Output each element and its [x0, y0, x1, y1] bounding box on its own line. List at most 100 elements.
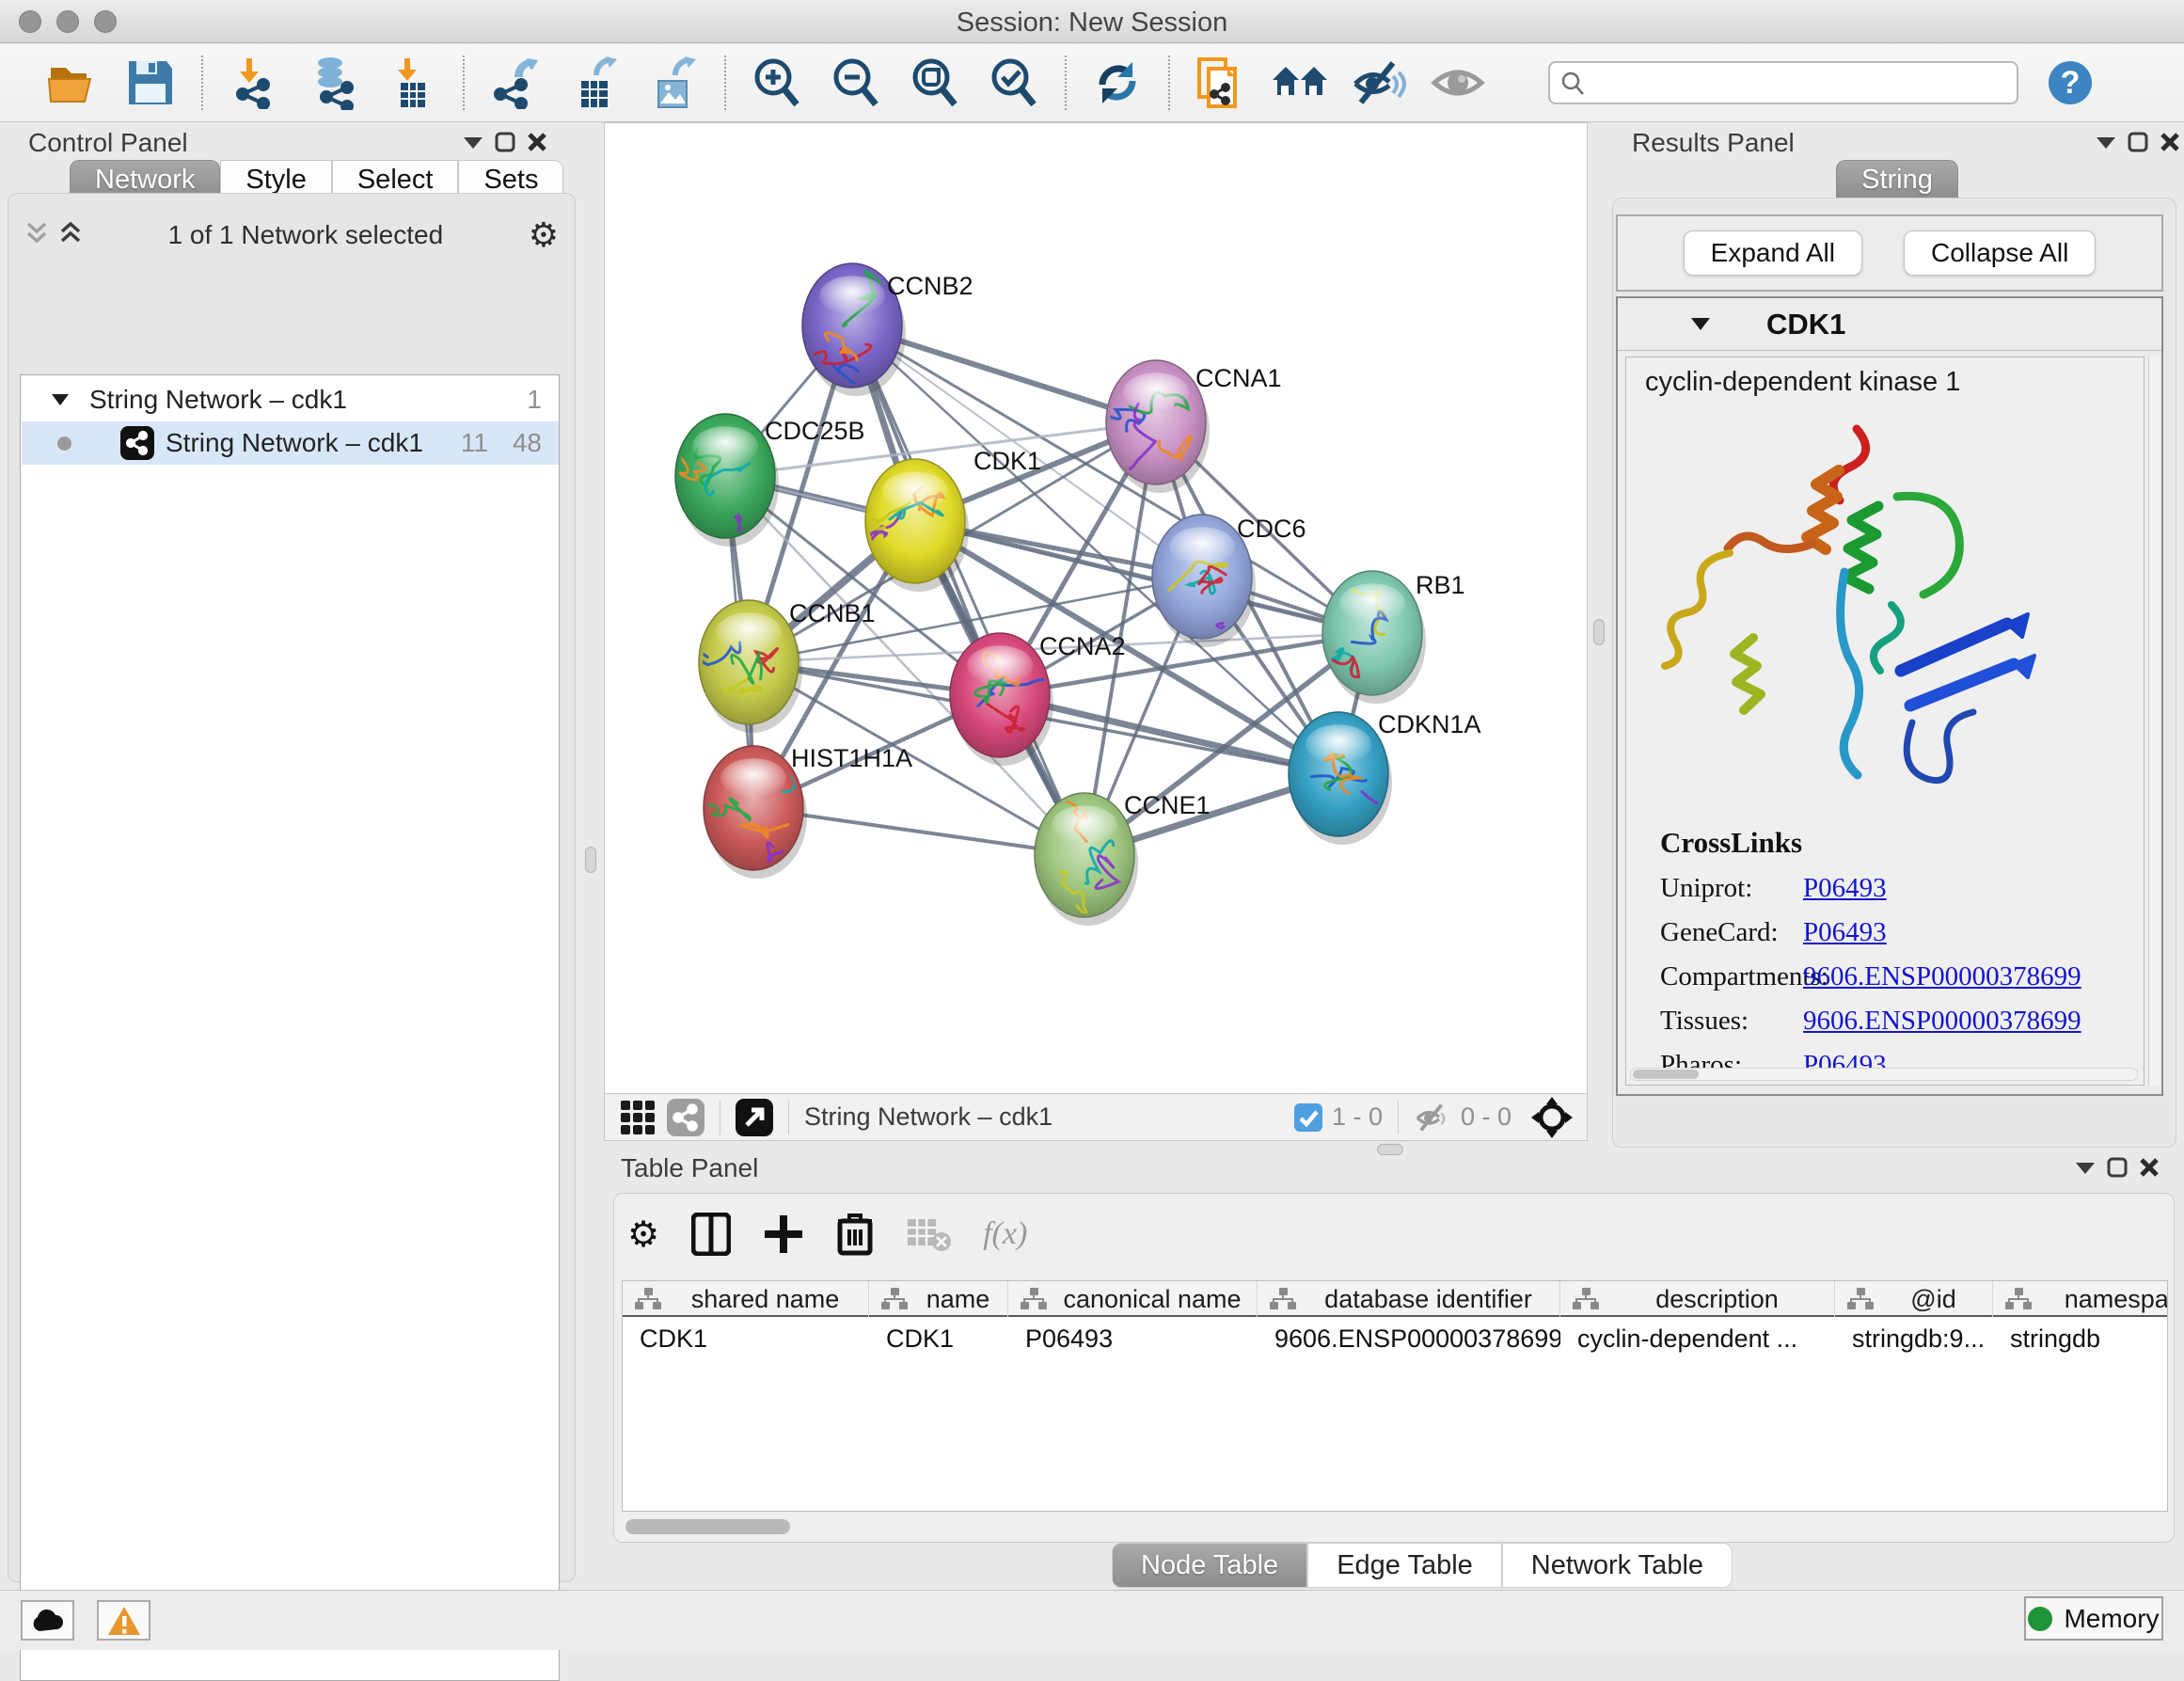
- column-header-shared-name[interactable]: shared name: [623, 1281, 869, 1317]
- tab-string[interactable]: String: [1836, 160, 1958, 198]
- column-header--id[interactable]: @id: [1835, 1281, 1993, 1317]
- crosslink-link[interactable]: P06493: [1803, 917, 1887, 948]
- expand-all-networks-icon[interactable]: [58, 220, 83, 251]
- gene-panel-vscrollbar[interactable]: [2148, 357, 2160, 1086]
- help-button[interactable]: ?: [2049, 61, 2092, 104]
- search-input[interactable]: [1586, 69, 1990, 98]
- panel-close-icon[interactable]: [2154, 128, 2184, 156]
- control-panel-title: Control Panel: [28, 128, 188, 158]
- panel-collapse-icon[interactable]: [2090, 128, 2122, 156]
- cloud-status-button[interactable]: [21, 1600, 74, 1641]
- column-header-canonical-name[interactable]: canonical name: [1008, 1281, 1258, 1317]
- gene-panel-hscrollbar[interactable]: [1630, 1068, 2138, 1081]
- show-columns-icon[interactable]: [691, 1213, 731, 1256]
- column-header-namespace[interactable]: namespace: [1993, 1281, 2168, 1317]
- table-settings-gear-icon[interactable]: ⚙: [627, 1213, 659, 1255]
- tab-network-table[interactable]: Network Table: [1502, 1543, 1733, 1588]
- network-graph: CCNB2CCNA1CDC25BCDK1CDC6RB1CCNB1CCNA2CDK…: [605, 123, 1587, 1093]
- column-header-description[interactable]: description: [1560, 1281, 1835, 1317]
- tab-edge-table[interactable]: Edge Table: [1307, 1543, 1502, 1588]
- table-cell[interactable]: CDK1: [869, 1319, 1008, 1358]
- import-network-file-button[interactable]: [224, 53, 284, 113]
- column-header-name[interactable]: name: [869, 1281, 1008, 1317]
- function-builder-icon[interactable]: f(x): [983, 1216, 1027, 1252]
- node-table: shared namenamecanonical namedatabase id…: [622, 1280, 2168, 1512]
- column-header-database-identifier[interactable]: database identifier: [1258, 1281, 1560, 1317]
- crosslink-link[interactable]: P06493: [1803, 873, 1887, 904]
- refresh-button[interactable]: [1087, 53, 1147, 113]
- separator: [1398, 1101, 1399, 1134]
- memory-status-dot-icon: [2028, 1607, 2052, 1631]
- add-column-icon[interactable]: [763, 1213, 804, 1255]
- panel-float-icon[interactable]: [2101, 1153, 2133, 1181]
- grid-view-icon[interactable]: [620, 1100, 656, 1135]
- network-options-gear-icon[interactable]: ⚙: [529, 216, 559, 255]
- gene-header-row[interactable]: CDK1: [1618, 298, 2161, 351]
- panel-close-icon[interactable]: [521, 128, 553, 156]
- crosslink-link[interactable]: 9606.ENSP00000378699: [1803, 1006, 2081, 1037]
- delete-table-icon[interactable]: [906, 1215, 951, 1253]
- expand-all-button[interactable]: Expand All: [1684, 230, 1862, 276]
- table-hscrollbar[interactable]: [622, 1517, 2168, 1536]
- zoom-out-button[interactable]: [826, 53, 886, 113]
- import-table-button[interactable]: [382, 53, 442, 113]
- panel-close-icon[interactable]: [2133, 1153, 2165, 1181]
- network-row[interactable]: String Network – cdk1 11 48: [22, 421, 559, 465]
- selected-checkbox-icon[interactable]: [1294, 1103, 1322, 1132]
- table-header-row: shared namenamecanonical namedatabase id…: [623, 1281, 2168, 1317]
- crosslink-label: GeneCard:: [1660, 917, 1803, 948]
- crosslink-row: Tissues:9606.ENSP00000378699: [1660, 1006, 2081, 1037]
- show-all-button[interactable]: [1428, 53, 1488, 113]
- right-splitter-handle[interactable]: [1593, 619, 1605, 645]
- tree-expand-icon[interactable]: [52, 393, 69, 406]
- import-network-database-button[interactable]: [303, 53, 363, 113]
- results-panel-header-buttons: [2090, 128, 2184, 156]
- panel-float-icon[interactable]: [2122, 128, 2154, 156]
- zoom-fit-button[interactable]: [905, 53, 965, 113]
- export-image-button[interactable]: [643, 53, 704, 113]
- left-splitter-handle[interactable]: [585, 847, 596, 873]
- save-session-button[interactable]: [120, 53, 181, 113]
- birdseye-navigator-icon[interactable]: [1530, 1096, 1574, 1139]
- gene-detail-panel: cyclin-dependent kinase 1: [1625, 357, 2144, 1086]
- network-view-canvas[interactable]: CCNB2CCNA1CDC25BCDK1CDC6RB1CCNB1CCNA2CDK…: [604, 122, 1588, 1094]
- delete-column-icon[interactable]: [836, 1212, 874, 1257]
- network-edge[interactable]: [852, 325, 1084, 855]
- network-view-toolbar: String Network – cdk1 1 - 0 0 - 0: [604, 1094, 1588, 1141]
- export-table-button[interactable]: [564, 53, 625, 113]
- open-session-button[interactable]: [41, 53, 102, 113]
- crosslink-row: Compartments:9606.ENSP00000378699: [1660, 961, 2081, 992]
- clone-network-button[interactable]: [1191, 53, 1251, 113]
- network-collection-row[interactable]: String Network – cdk1 1: [22, 378, 559, 421]
- crosslink-row: GeneCard:P06493: [1660, 917, 2081, 948]
- crosslink-link[interactable]: 9606.ENSP00000378699: [1803, 961, 2081, 992]
- tab-node-table[interactable]: Node Table: [1112, 1543, 1307, 1588]
- panel-collapse-icon[interactable]: [2069, 1153, 2101, 1181]
- control-panel: Control Panel Network Style Select Sets …: [0, 122, 583, 1590]
- network-share-icon[interactable]: [667, 1099, 704, 1136]
- table-row[interactable]: CDK1CDK1P064939606.ENSP00000378699cyclin…: [623, 1319, 2168, 1358]
- zoom-in-button[interactable]: [747, 53, 807, 113]
- hidden-eye-icon[interactable]: [1414, 1102, 1451, 1133]
- collapse-all-button[interactable]: Collapse All: [1904, 230, 2096, 276]
- first-neighbors-button[interactable]: [1270, 53, 1330, 113]
- window-title: Session: New Session: [0, 8, 2184, 39]
- export-network-button[interactable]: [485, 53, 546, 113]
- memory-button[interactable]: Memory: [2024, 1596, 2163, 1641]
- zoom-selected-button[interactable]: [984, 53, 1044, 113]
- panel-float-icon[interactable]: [489, 128, 521, 156]
- table-cell[interactable]: stringdb:9...: [1835, 1319, 1993, 1358]
- warnings-button[interactable]: [97, 1600, 150, 1641]
- panel-collapse-icon[interactable]: [457, 128, 489, 156]
- gene-collapse-icon[interactable]: [1691, 317, 1710, 331]
- network-edge-count: 48: [513, 428, 542, 458]
- hide-selected-button[interactable]: [1349, 53, 1409, 113]
- table-cell[interactable]: 9606.ENSP00000378699: [1258, 1319, 1560, 1358]
- table-cell[interactable]: stringdb: [1993, 1319, 2168, 1358]
- table-cell[interactable]: cyclin-dependent ...: [1560, 1319, 1835, 1358]
- table-cell[interactable]: P06493: [1008, 1319, 1258, 1358]
- collapse-all-networks-icon[interactable]: [24, 220, 49, 251]
- detach-view-icon[interactable]: [736, 1099, 773, 1136]
- crosslinks-section: CrossLinks Uniprot:P06493GeneCard:P06493…: [1660, 826, 2081, 1081]
- table-cell[interactable]: CDK1: [623, 1319, 869, 1358]
